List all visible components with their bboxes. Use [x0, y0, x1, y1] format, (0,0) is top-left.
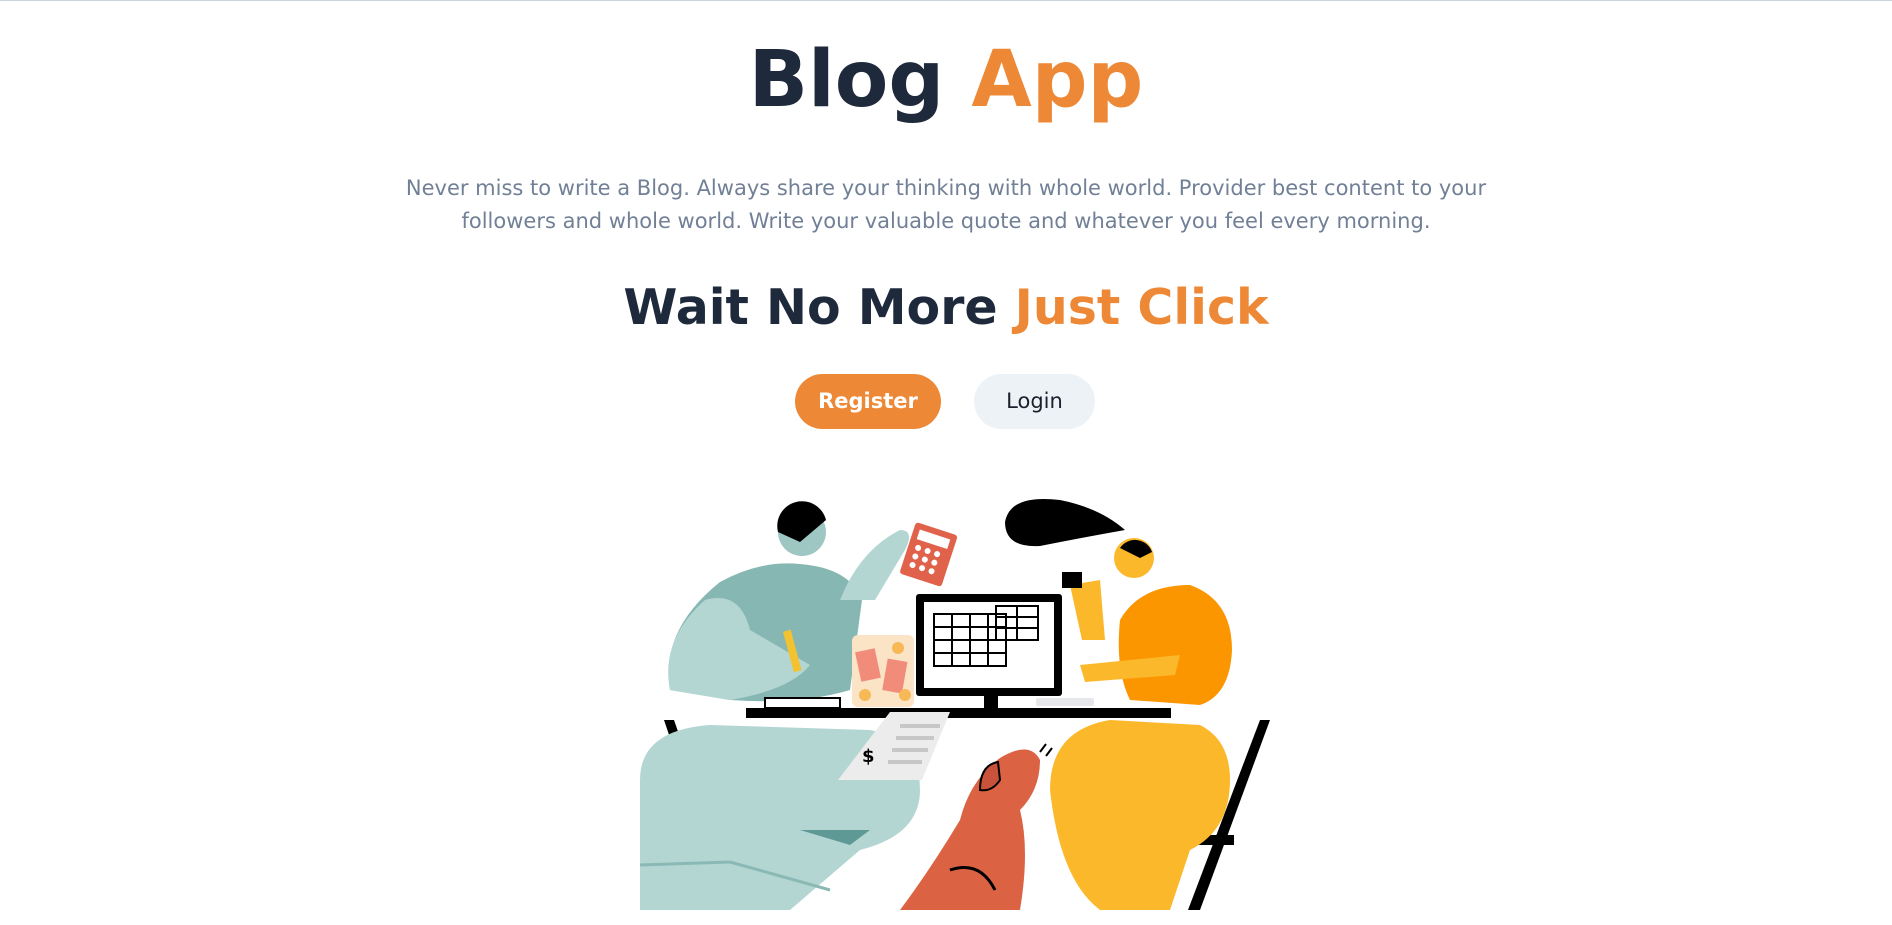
desk [746, 708, 1171, 718]
monitor-icon [916, 594, 1062, 708]
receipt-dollar-sign: $ [862, 746, 875, 767]
cta-heading-accent: Just Click [1014, 279, 1269, 336]
app-title-accent: App [971, 35, 1144, 125]
register-button[interactable]: Register [795, 374, 941, 429]
top-divider [0, 0, 1892, 1]
right-person-torso [1118, 585, 1232, 705]
app-title: Blog App [0, 32, 1892, 128]
calculator-icon [900, 522, 958, 587]
people-working-at-desk-illustration: $ [639, 498, 1270, 910]
app-title-main: Blog [748, 35, 945, 125]
login-button[interactable]: Login [974, 374, 1095, 429]
page: Blog App Never miss to write a Blog. Alw… [0, 0, 1892, 925]
money-jar-icon [852, 635, 914, 707]
hero-description: Never miss to write a Blog. Always share… [405, 176, 1487, 233]
cta-heading: Wait No More Just Click [0, 276, 1892, 340]
cta-heading-main: Wait No More [623, 279, 998, 336]
